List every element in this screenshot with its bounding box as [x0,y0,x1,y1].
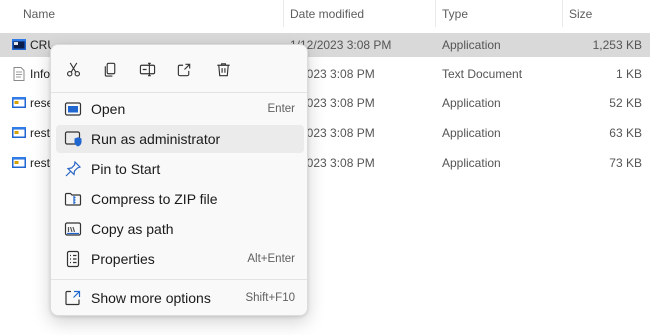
file-type: Application [442,96,501,110]
application-icon [12,157,26,168]
column-type[interactable]: Type [442,7,468,21]
delete-button[interactable] [211,57,235,81]
column-divider[interactable] [435,0,436,27]
column-divider[interactable] [562,0,563,27]
sort-ascending-icon: ⌃ [145,0,155,7]
menu-item-label: Compress to ZIP file [91,191,218,207]
menu-item-open[interactable]: Open Enter [56,95,304,123]
file-size: 63 KB [609,126,642,140]
menu-item-shortcut: Enter [267,103,296,115]
application-icon [12,39,26,50]
share-button[interactable] [172,57,196,81]
application-icon [12,127,26,138]
menu-item-run-as-administrator[interactable]: Run as administrator [56,125,304,153]
delete-icon [216,62,230,76]
zip-folder-icon [64,190,82,208]
rename-icon [139,62,155,76]
column-name[interactable]: Name [23,7,55,21]
open-window-icon [64,100,82,118]
file-type: Text Document [442,67,523,81]
menu-item-label: Copy as path [91,221,174,237]
copy-button[interactable] [98,57,122,81]
menu-item-shortcut: Alt+Enter [247,253,295,265]
menu-item-pin-to-start[interactable]: Pin to Start [56,155,304,183]
shield-icon [64,130,82,148]
share-icon [177,63,190,76]
file-size: 73 KB [609,156,642,170]
pin-icon [64,160,82,178]
column-size[interactable]: Size [569,7,592,21]
file-type: Application [442,38,501,52]
menu-item-properties[interactable]: Properties Alt+Enter [56,245,304,273]
application-icon [12,97,26,108]
menu-separator [51,279,307,280]
file-name: rese [30,96,52,110]
column-date-modified[interactable]: Date modified [290,7,364,21]
menu-item-shortcut: Shift+F10 [245,292,295,304]
properties-icon [64,250,82,268]
column-divider[interactable] [283,0,284,27]
menu-item-show-more-options[interactable]: Show more options Shift+F10 [56,284,304,312]
text-document-icon [13,67,25,81]
file-name: rest [30,126,51,140]
file-name: rest [30,156,51,170]
menu-item-copy-as-path[interactable]: Copy as path [56,215,304,243]
cut-icon [66,62,80,76]
show-more-icon [64,289,82,307]
menu-item-label: Run as administrator [91,131,221,147]
copy-icon [104,62,115,77]
rename-button[interactable] [135,57,159,81]
file-name: CRU [30,38,52,52]
cut-button[interactable] [61,57,85,81]
copy-path-icon [64,220,82,238]
menu-item-label: Properties [91,251,155,267]
menu-separator [51,92,307,93]
file-name: Info [30,67,51,81]
file-type: Application [442,156,501,170]
file-size: 52 KB [609,96,642,110]
menu-item-label: Pin to Start [91,161,161,177]
file-size: 1,253 KB [592,38,642,52]
menu-item-label: Show more options [91,290,211,306]
context-menu: Open Enter Run as administrator Pin to S… [50,44,308,316]
column-header: Name ⌃ Date modified Type Size [0,0,650,30]
menu-item-label: Open [91,101,126,117]
file-size: 1 KB [615,67,642,81]
menu-item-compress-to-zip[interactable]: Compress to ZIP file [56,185,304,213]
file-type: Application [442,126,501,140]
